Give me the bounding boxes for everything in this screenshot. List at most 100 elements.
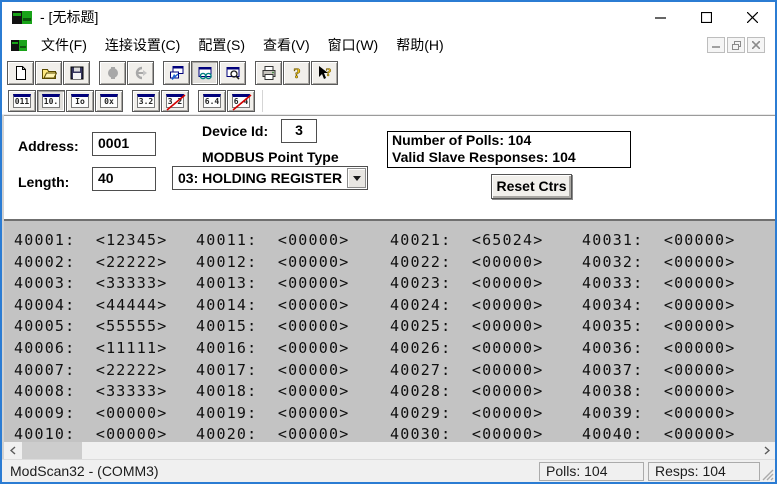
save-file-icon [69,65,85,81]
dropdown-arrow-icon[interactable] [347,168,366,188]
device-id-input[interactable]: 3 [281,119,317,143]
fmt-swapped-float-icon: 3.2 [166,94,184,108]
resize-grip[interactable] [761,468,774,481]
poll-counters-box: Number of Polls: 104 Valid Slave Respons… [387,131,631,168]
open-file-button[interactable] [35,61,62,85]
show-data-icon [197,65,213,81]
menu-bar: 文件(F) 连接设置(C) 配置(S) 查看(V) 窗口(W) 帮助(H) [2,32,775,58]
fmt-float-icon: 3.2 [137,94,155,108]
mdi-close-button[interactable] [747,37,765,53]
disconnect-button [127,61,154,85]
chevron-left-icon [10,446,16,455]
register-data-area[interactable]: 40001: <12345> 40002: <22222> 40003: <33… [4,219,775,442]
open-file-icon [41,65,57,81]
mdi-window-controls [707,37,765,53]
polls-count-text: Number of Polls: 104 [392,132,626,149]
horizontal-scrollbar[interactable] [4,442,775,459]
fmt-swapped-float-button[interactable]: 3.2 [161,90,189,112]
svg-text:?: ? [325,65,331,79]
print-icon [261,65,277,81]
fmt-signed-button[interactable]: Io [66,90,94,112]
svg-text:?: ? [293,66,301,81]
menu-window[interactable]: 窗口(W) [319,33,388,57]
mdi-restore-button[interactable] [727,37,745,53]
fmt-hex-button[interactable]: 0x [95,90,123,112]
scroll-left-button[interactable] [4,442,21,459]
maximize-icon [701,12,712,23]
fmt-binary-button[interactable]: 011 [8,90,36,112]
close-icon [747,12,758,23]
register-column-3[interactable]: 40021: <65024> 40022: <00000> 40023: <00… [390,230,543,442]
mdi-close-icon [752,41,760,49]
point-type-select[interactable]: 03: HOLDING REGISTER [172,166,368,190]
menu-view[interactable]: 查看(V) [254,33,319,57]
main-toolbar: ? ? [2,58,775,87]
connect-button [99,61,126,85]
length-label: Length: [18,174,69,190]
responses-count-text: Valid Slave Responses: 104 [392,149,626,166]
address-input[interactable]: 0001 [92,132,156,156]
context-help-button[interactable]: ? [311,61,338,85]
fmt-double-button[interactable]: 6.4 [198,90,226,112]
fmt-binary-icon: 011 [13,94,31,108]
connect-icon [105,65,121,81]
show-setup-button[interactable] [219,61,246,85]
show-traffic-icon [169,65,185,81]
fmt-double-icon: 6.4 [203,94,221,108]
format-toolbar: 011 10. Io 0x 3.2 3.2 6.4 6.4 [2,87,775,115]
register-column-4[interactable]: 40031: <00000> 40032: <00000> 40033: <00… [582,230,735,442]
app-icon [12,11,32,24]
toolbar-separator [262,90,263,112]
menu-file[interactable]: 文件(F) [32,33,96,57]
fmt-float-button[interactable]: 3.2 [132,90,160,112]
mdi-restore-icon [732,41,741,50]
context-help-icon: ? [317,65,333,81]
reset-counters-button[interactable]: Reset Ctrs [491,174,572,199]
address-label: Address: [18,138,79,154]
scrollbar-thumb[interactable] [22,442,82,459]
new-file-icon [13,65,29,81]
mdi-child-system-icon[interactable] [11,40,28,51]
menu-setup[interactable]: 配置(S) [189,33,254,57]
mdi-minimize-button[interactable] [707,37,725,53]
fmt-swapped-double-icon: 6.4 [232,94,250,108]
fmt-hex-icon: 0x [100,94,118,108]
about-button[interactable]: ? [283,61,310,85]
window-title: - [无标题] [40,7,98,27]
title-bar: - [无标题] [2,2,775,32]
point-type-value: 03: HOLDING REGISTER [173,170,347,186]
length-input[interactable]: 40 [92,167,156,191]
mdi-document: Address: 0001 Length: 40 Device Id: 3 MO… [2,115,775,459]
setup-form: Address: 0001 Length: 40 Device Id: 3 MO… [4,115,775,215]
fmt-signed-icon: Io [71,94,89,108]
menu-connection[interactable]: 连接设置(C) [96,33,189,57]
show-traffic-button[interactable] [163,61,190,85]
save-file-button[interactable] [63,61,90,85]
new-file-button[interactable] [7,61,34,85]
maximize-button[interactable] [683,2,729,32]
fmt-decimal-button[interactable]: 10. [37,90,65,112]
fmt-decimal-icon: 10. [42,94,60,108]
print-button[interactable] [255,61,282,85]
device-id-label: Device Id: [202,123,268,139]
status-bar: ModScan32 - (COMM3) Polls: 104 Resps: 10… [2,459,775,482]
status-text: ModScan32 - (COMM3) [10,463,159,479]
modscan32-window: - [无标题] 文件(F) 连接设置(C) 配置(S) 查看(V) 窗口(W) … [0,0,777,484]
show-setup-icon [225,65,241,81]
scroll-right-button[interactable] [758,442,775,459]
chevron-right-icon [764,446,770,455]
status-polls: Polls: 104 [539,462,644,481]
show-data-button[interactable] [191,61,218,85]
close-button[interactable] [729,2,775,32]
mdi-minimize-icon [712,41,720,49]
disconnect-icon [133,65,149,81]
window-controls [637,2,775,32]
register-column-2[interactable]: 40011: <00000> 40012: <00000> 40013: <00… [196,230,349,442]
point-type-label: MODBUS Point Type [202,149,339,165]
fmt-swapped-double-button[interactable]: 6.4 [227,90,255,112]
status-resps: Resps: 104 [648,462,760,481]
register-column-1[interactable]: 40001: <12345> 40002: <22222> 40003: <33… [14,230,167,442]
minimize-button[interactable] [637,2,683,32]
minimize-icon [655,12,666,23]
menu-help[interactable]: 帮助(H) [387,33,452,57]
